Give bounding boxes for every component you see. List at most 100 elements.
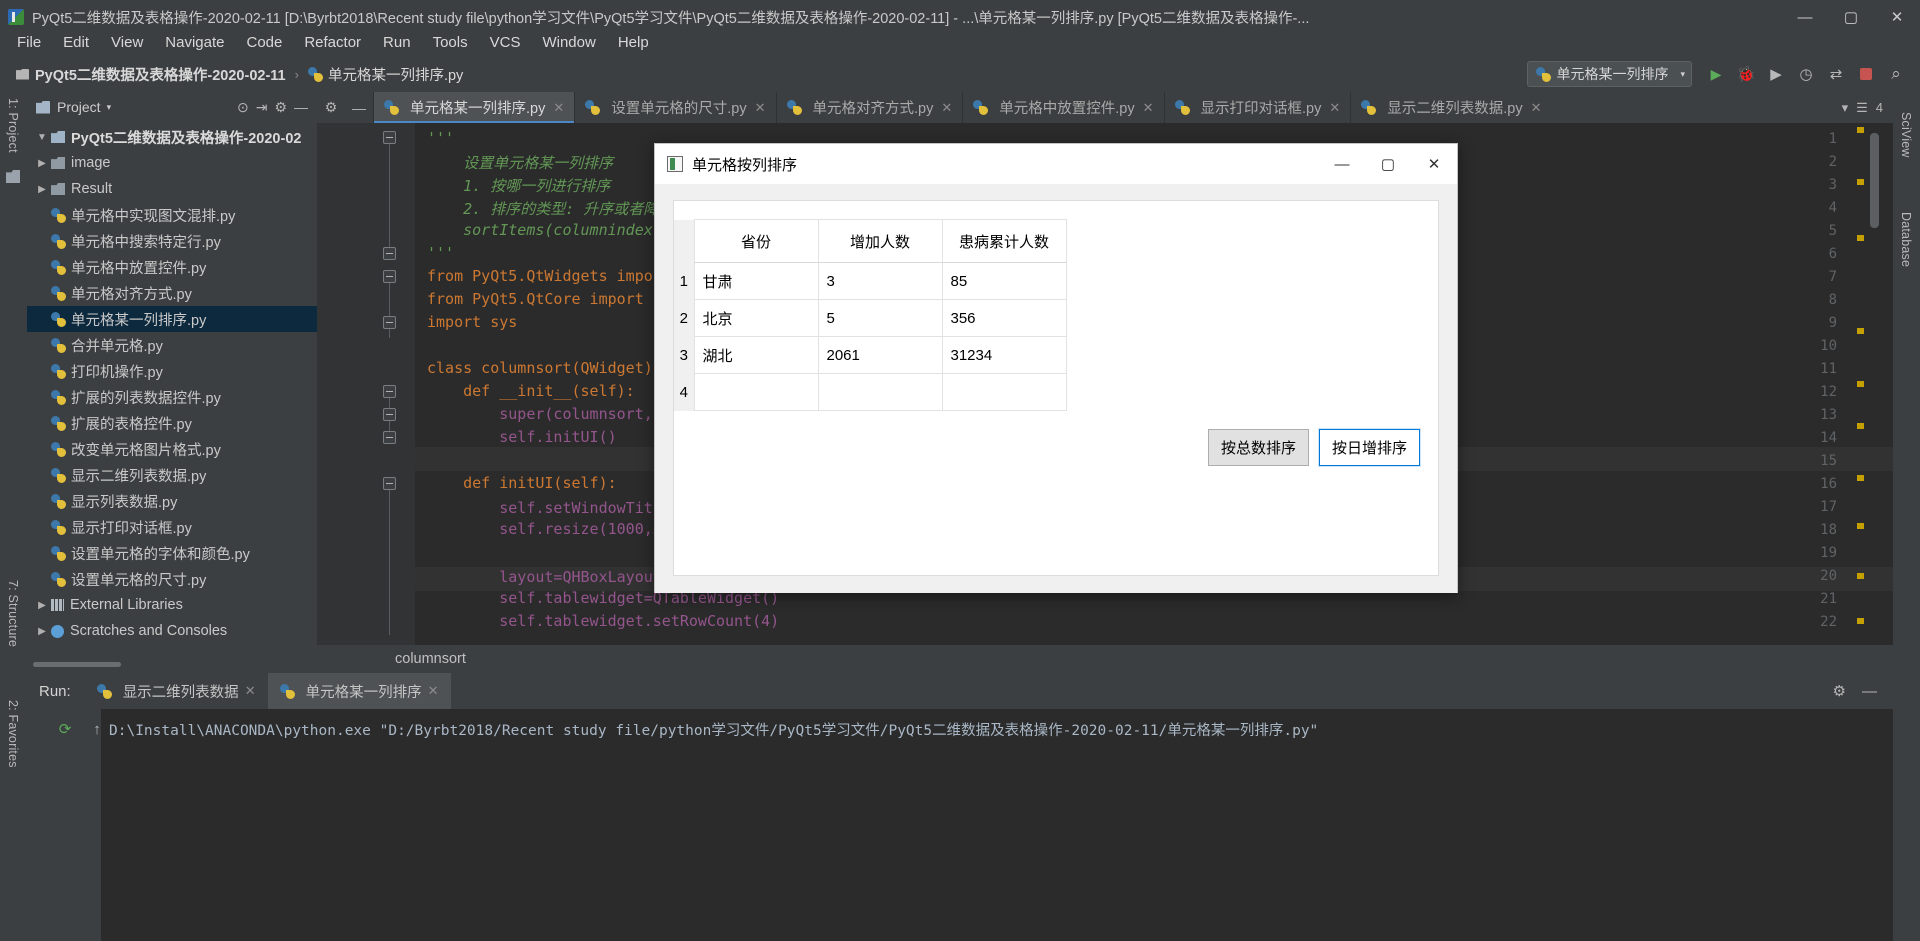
sort-by-daily-increase-button[interactable]: 按日增排序 xyxy=(1317,428,1422,467)
dialog-close-button[interactable]: ✕ xyxy=(1411,144,1457,184)
menu-help[interactable]: Help xyxy=(607,31,660,54)
table-header-province[interactable]: 省份 xyxy=(693,219,819,263)
table-cell[interactable]: 356 xyxy=(941,299,1067,337)
rerun-icon[interactable]: ⟳ xyxy=(53,717,77,741)
pyqt-dialog-window[interactable]: 单元格按列排序 — ▢ ✕ 省份 增加人数 患病累计人数 1 甘肃 3 85 2… xyxy=(654,143,1458,593)
table-cell[interactable]: 3 xyxy=(817,262,943,300)
editor-tab-4[interactable]: 显示打印对话框.py ✕ xyxy=(1163,92,1351,123)
tree-item-file[interactable]: 设置单元格的尺寸.py xyxy=(27,566,317,592)
close-icon[interactable]: ✕ xyxy=(428,683,439,699)
tree-item-scratches[interactable]: ▶ Scratches and Consoles xyxy=(27,618,317,644)
editor-gutter[interactable] xyxy=(317,123,415,645)
fold-marker[interactable] xyxy=(383,385,396,398)
menu-tools[interactable]: Tools xyxy=(422,31,479,54)
tree-item-image[interactable]: ▶ image xyxy=(27,150,317,176)
close-icon[interactable]: ✕ xyxy=(1531,100,1542,116)
table-header-total[interactable]: 患病累计人数 xyxy=(941,219,1067,263)
chevron-right-icon[interactable]: ▶ xyxy=(33,600,51,611)
table-row[interactable]: 2 北京 5 356 xyxy=(674,299,1067,337)
tree-item-file[interactable]: 单元格对齐方式.py xyxy=(27,280,317,306)
tree-item-file[interactable]: 显示打印对话框.py xyxy=(27,514,317,540)
sortable-table[interactable]: 省份 增加人数 患病累计人数 1 甘肃 3 85 2 北京 5 356 3 湖北… xyxy=(674,219,1067,411)
tree-item-file[interactable]: 单元格中搜索特定行.py xyxy=(27,228,317,254)
warning-marker[interactable] xyxy=(1857,179,1864,185)
tab-list-icon[interactable]: ☰ xyxy=(1856,100,1868,116)
menu-vcs[interactable]: VCS xyxy=(479,31,532,54)
collapse-icon[interactable]: ⇥ xyxy=(256,99,268,116)
strip-structure-label[interactable]: 7: Structure xyxy=(6,580,20,647)
breadcrumb-file[interactable]: 单元格某一列排序.py xyxy=(328,64,463,85)
dialog-minimize-button[interactable]: — xyxy=(1319,144,1365,184)
table-cell[interactable]: 甘肃 xyxy=(693,262,819,300)
breadcrumb-project[interactable]: PyQt5二维数据及表格操作-2020-02-11 xyxy=(35,64,286,85)
warning-marker[interactable] xyxy=(1857,618,1864,624)
table-cell[interactable]: 北京 xyxy=(693,299,819,337)
tree-item-project-root[interactable]: ▼ PyQt5二维数据及表格操作-2020-02 xyxy=(27,124,317,150)
tree-item-file[interactable]: 单元格中放置控件.py xyxy=(27,254,317,280)
tree-item-file[interactable]: 打印机操作.py xyxy=(27,358,317,384)
close-icon[interactable]: ✕ xyxy=(941,100,952,116)
table-row[interactable]: 3 湖北 2061 31234 xyxy=(674,336,1067,374)
warning-marker[interactable] xyxy=(1857,475,1864,481)
close-icon[interactable]: ✕ xyxy=(553,100,564,116)
chevron-down-icon[interactable]: ▾ xyxy=(1842,100,1849,116)
chevron-right-icon[interactable]: ▶ xyxy=(33,626,51,637)
chevron-right-icon[interactable]: ▶ xyxy=(33,184,51,195)
search-icon[interactable]: ⌕ xyxy=(1882,60,1910,88)
debug-icon[interactable]: 🐞 xyxy=(1732,60,1760,88)
table-widget-container[interactable]: 省份 增加人数 患病累计人数 1 甘肃 3 85 2 北京 5 356 3 湖北… xyxy=(673,200,1439,576)
close-icon[interactable]: ✕ xyxy=(245,683,256,699)
editor-tab-1[interactable]: 设置单元格的尺寸.py ✕ xyxy=(574,92,775,123)
editor-vertical-scrollbar[interactable] xyxy=(1870,133,1879,228)
fold-marker[interactable] xyxy=(383,316,396,329)
table-row[interactable]: 1 甘肃 3 85 xyxy=(674,262,1067,300)
strip-project-label[interactable]: 1: Project xyxy=(6,98,20,153)
strip-sciview-label[interactable]: SciView xyxy=(1899,112,1913,158)
attach-icon[interactable]: ⇄ xyxy=(1822,60,1850,88)
tree-item-file[interactable]: 显示二维列表数据.py xyxy=(27,462,317,488)
tree-item-file[interactable]: 显示列表数据.py xyxy=(27,488,317,514)
table-cell[interactable] xyxy=(941,373,1067,411)
table-cell[interactable]: 湖北 xyxy=(693,336,819,374)
tree-item-file[interactable]: 合并单元格.py xyxy=(27,332,317,358)
warning-marker[interactable] xyxy=(1857,423,1864,429)
breadcrumb-class-label[interactable]: columnsort xyxy=(395,651,466,667)
tree-item-external-libraries[interactable]: ▶ External Libraries xyxy=(27,592,317,618)
menu-navigate[interactable]: Navigate xyxy=(154,31,235,54)
warning-marker[interactable] xyxy=(1857,573,1864,579)
menu-window[interactable]: Window xyxy=(531,31,606,54)
warning-marker[interactable] xyxy=(1857,523,1864,529)
chevron-right-icon[interactable]: ▶ xyxy=(33,158,51,169)
warning-marker[interactable] xyxy=(1857,381,1864,387)
fold-marker[interactable] xyxy=(383,247,396,260)
dialog-maximize-button[interactable]: ▢ xyxy=(1365,144,1411,184)
fold-marker[interactable] xyxy=(383,408,396,421)
run-icon[interactable]: ▶ xyxy=(1702,60,1730,88)
tree-item-file[interactable]: 单元格中实现图文混排.py xyxy=(27,202,317,228)
strip-favorites-label[interactable]: 2: Favorites xyxy=(6,700,20,768)
tree-horizontal-scrollbar[interactable] xyxy=(33,662,121,667)
table-cell[interactable] xyxy=(693,373,819,411)
menu-code[interactable]: Code xyxy=(235,31,293,54)
run-coverage-icon[interactable]: ▶ xyxy=(1762,60,1790,88)
close-icon[interactable]: ✕ xyxy=(1329,100,1340,116)
close-icon[interactable]: ✕ xyxy=(755,100,766,116)
warning-marker[interactable] xyxy=(1857,235,1864,241)
fold-marker[interactable] xyxy=(383,477,396,490)
fold-marker[interactable] xyxy=(383,131,396,144)
warning-marker[interactable] xyxy=(1857,328,1864,334)
gear-icon[interactable]: ⚙ xyxy=(274,99,287,116)
tree-item-file[interactable]: 扩展的表格控件.py xyxy=(27,410,317,436)
close-icon[interactable]: ✕ xyxy=(1143,100,1154,116)
editor-tab-0[interactable]: 单元格某一列排序.py ✕ xyxy=(373,92,575,123)
run-configuration-selector[interactable]: 单元格某一列排序 ▾ xyxy=(1527,61,1692,87)
sort-by-total-button[interactable]: 按总数排序 xyxy=(1207,429,1309,466)
tree-item-result[interactable]: ▶ Result xyxy=(27,176,317,202)
tree-item-file[interactable]: 改变单元格图片格式.py xyxy=(27,436,317,462)
tree-item-file[interactable]: 扩展的列表数据控件.py xyxy=(27,384,317,410)
chevron-down-icon[interactable]: ▾ xyxy=(107,102,112,113)
editor-tab-5[interactable]: 显示二维列表数据.py ✕ xyxy=(1350,92,1551,123)
fold-marker[interactable] xyxy=(383,270,396,283)
menu-edit[interactable]: Edit xyxy=(52,31,100,54)
table-cell[interactable] xyxy=(817,373,943,411)
